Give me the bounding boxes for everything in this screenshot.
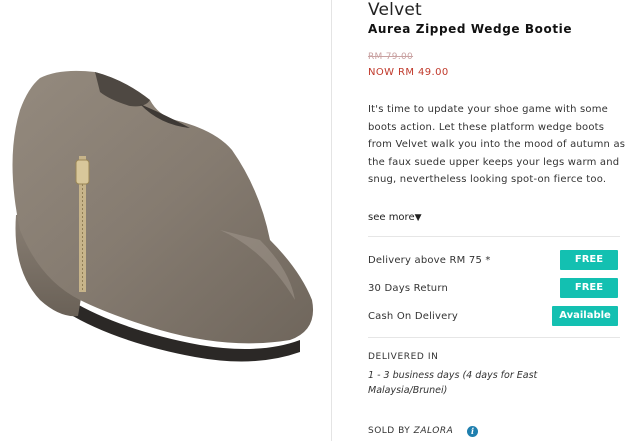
sale-price: NOW RM 49.00 <box>368 67 449 78</box>
free-return-badge: FREE <box>560 278 618 298</box>
divider <box>368 337 620 338</box>
brand-name[interactable]: Velvet <box>368 0 422 20</box>
service-label-delivery: Delivery above RM 75 * <box>368 255 491 266</box>
sold-by-prefix: SOLD BY <box>368 426 411 436</box>
seller-name: ZALORA <box>413 426 454 436</box>
original-price: RM 79.00 <box>368 52 414 62</box>
delivery-detail: 1 - 3 business days (4 days for East Mal… <box>368 370 538 396</box>
info-icon[interactable]: i <box>467 426 478 437</box>
see-more-link[interactable]: see more▼ <box>368 212 422 223</box>
product-image-pane[interactable] <box>0 0 332 441</box>
divider <box>368 236 620 237</box>
delivery-heading: DELIVERED IN <box>368 352 439 362</box>
free-delivery-badge: FREE <box>560 250 618 270</box>
cod-available-badge: Available <box>552 306 618 326</box>
product-description: It's time to update your shoe game with … <box>368 104 626 185</box>
see-more-label: see more <box>368 212 415 223</box>
triangle-down-icon: ▼ <box>414 213 422 223</box>
service-label-return: 30 Days Return <box>368 283 449 294</box>
shoe-product-image <box>12 70 314 362</box>
product-name: Aurea Zipped Wedge Bootie <box>368 22 573 36</box>
sold-by: SOLD BY ZALORA <box>368 426 453 436</box>
service-label-cod: Cash On Delivery <box>368 311 458 322</box>
